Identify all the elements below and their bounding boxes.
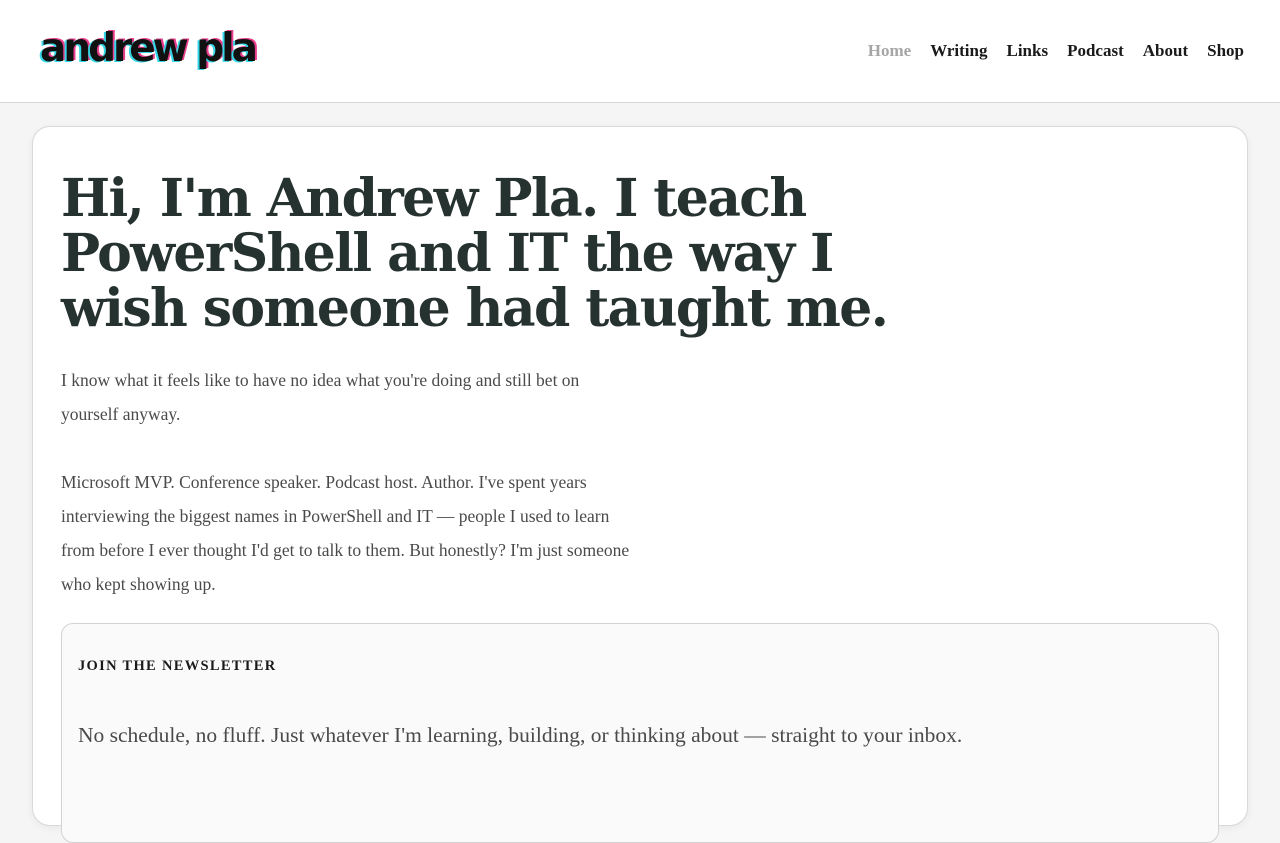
hero-intro: I know what it feels like to have no ide… (61, 370, 580, 424)
nav-link-writing[interactable]: Writing (930, 41, 987, 61)
newsletter-description: No schedule, no fluff. Just whatever I'm… (78, 723, 963, 747)
nav-link-home[interactable]: Home (868, 41, 911, 61)
newsletter-box: JOIN THE NEWSLETTER No schedule, no fluf… (61, 623, 1219, 843)
site-header: andrew pla Home Writing Links Podcast Ab… (0, 0, 1280, 103)
hero-card: Hi, I'm Andrew Pla. I teach PowerShell a… (32, 126, 1248, 843)
newsletter-heading: JOIN THE NEWSLETTER (78, 658, 277, 674)
nav-link-shop[interactable]: Shop (1207, 41, 1244, 61)
main-nav: Home Writing Links Podcast About Shop (849, 41, 1244, 61)
nav-link-about[interactable]: About (1143, 41, 1188, 61)
hero-title: Hi, I'm Andrew Pla. I teach PowerShell a… (61, 168, 889, 339)
site-logo[interactable]: andrew pla (40, 20, 258, 76)
hero-bio: Microsoft MVP. Conference speaker. Podca… (61, 472, 630, 594)
nav-link-links[interactable]: Links (1007, 41, 1049, 61)
logo-text: andrew pla (40, 25, 258, 71)
nav-link-podcast[interactable]: Podcast (1067, 41, 1124, 61)
